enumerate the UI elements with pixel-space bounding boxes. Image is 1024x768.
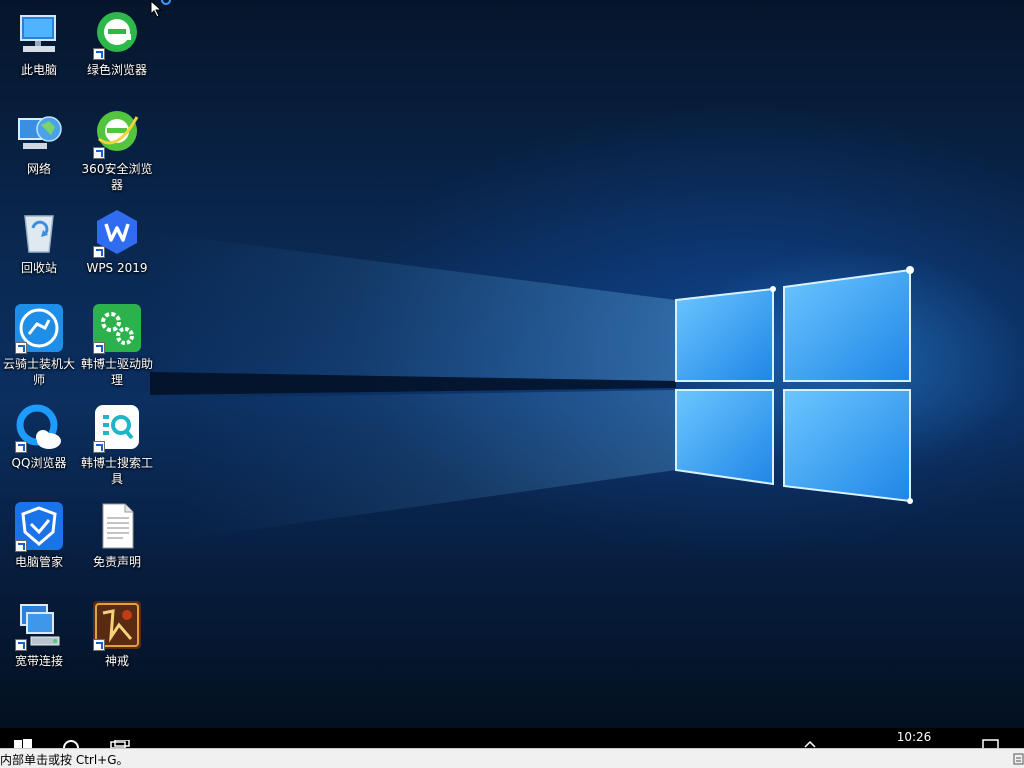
keyboard-icon[interactable]: [1013, 753, 1024, 765]
desktop[interactable]: 此电脑 网络 回收站 云骑士装机大师 QQ浏览器 电脑管家 宽带连接 绿色浏览器…: [0, 0, 1024, 728]
desktop-icon-this-pc[interactable]: 此电脑: [0, 10, 78, 78]
shortcut-arrow-icon: [15, 342, 27, 354]
desktop-icon-label: 此电脑: [20, 63, 57, 77]
computer-icon: [15, 10, 63, 58]
desktop-icon-label: 神戒: [104, 654, 129, 668]
search-tool-icon: [93, 403, 141, 453]
desktop-icon-label: 电脑管家: [14, 555, 63, 569]
desktop-icon-wps[interactable]: WPS 2019: [78, 208, 156, 276]
clock-time[interactable]: 10:26: [889, 730, 939, 744]
desktop-icon-label: 云骑士装机大师: [2, 357, 75, 387]
shortcut-arrow-icon: [93, 342, 105, 354]
desktop-icon-label: 韩博士驱动助理: [80, 357, 153, 387]
shortcut-arrow-icon: [93, 441, 105, 453]
start-button[interactable]: [14, 739, 32, 748]
shortcut-arrow-icon: [93, 147, 105, 159]
desktop-icon-label: 网络: [26, 162, 51, 176]
desktop-icon-search-tool[interactable]: 韩博士搜索工具: [78, 403, 156, 487]
wps-icon: [93, 208, 141, 258]
shenjie-game-icon: [93, 601, 141, 651]
broadband-icon: [15, 601, 63, 651]
desktop-icon-360-browser[interactable]: 360安全浏览器: [78, 109, 156, 193]
recycle-bin-icon: [15, 208, 63, 256]
status-text: 内部单击或按 Ctrl+G。: [0, 753, 129, 767]
desktop-icon-label: 回收站: [20, 261, 57, 275]
desktop-icon-label: 绿色浏览器: [86, 63, 147, 77]
desktop-icon-label: WPS 2019: [86, 261, 148, 275]
desktop-icon-label: 360安全浏览器: [81, 162, 153, 192]
task-view-icon[interactable]: [110, 740, 130, 748]
network-icon: [15, 109, 63, 157]
desktop-icon-label: QQ浏览器: [11, 456, 67, 470]
desktop-icon-label: 韩博士搜索工具: [80, 456, 153, 486]
status-bar: 内部单击或按 Ctrl+G。: [0, 748, 1024, 768]
desktop-icon-label: 免责声明: [92, 555, 141, 569]
desktop-icon-driver-assistant[interactable]: 韩博士驱动助理: [78, 304, 156, 388]
qq-browser-icon: [15, 403, 63, 453]
shortcut-arrow-icon: [15, 441, 27, 453]
shortcut-arrow-icon: [93, 48, 105, 60]
desktop-icon-label: 宽带连接: [14, 654, 63, 668]
desktop-icon-qq-browser[interactable]: QQ浏览器: [0, 403, 78, 471]
desktop-icon-green-browser[interactable]: 绿色浏览器: [78, 10, 156, 78]
taskbar: 10:26: [0, 728, 1024, 748]
text-document-icon: [93, 502, 141, 550]
shortcut-arrow-icon: [93, 246, 105, 258]
pc-manager-icon: [15, 502, 63, 552]
desktop-icon-shenjie[interactable]: 神戒: [78, 601, 156, 669]
yunqishi-icon: [15, 304, 63, 354]
desktop-icon-disclaimer[interactable]: 免责声明: [78, 502, 156, 570]
shortcut-arrow-icon: [93, 639, 105, 651]
desktop-icon-broadband[interactable]: 宽带连接: [0, 601, 78, 669]
notification-center-icon[interactable]: [982, 739, 1000, 748]
desktop-icon-recycle-bin[interactable]: 回收站: [0, 208, 78, 276]
driver-assistant-icon: [93, 304, 141, 354]
360-browser-icon: [93, 109, 141, 159]
desktop-icon-pc-manager[interactable]: 电脑管家: [0, 502, 78, 570]
search-icon[interactable]: [62, 739, 80, 748]
green-browser-icon: [93, 10, 141, 60]
busy-cursor-icon: [161, 0, 171, 5]
chevron-up-icon[interactable]: [804, 741, 816, 748]
desktop-icon-yunqishi[interactable]: 云骑士装机大师: [0, 304, 78, 388]
shortcut-arrow-icon: [15, 639, 27, 651]
desktop-icon-network[interactable]: 网络: [0, 109, 78, 177]
shortcut-arrow-icon: [15, 540, 27, 552]
